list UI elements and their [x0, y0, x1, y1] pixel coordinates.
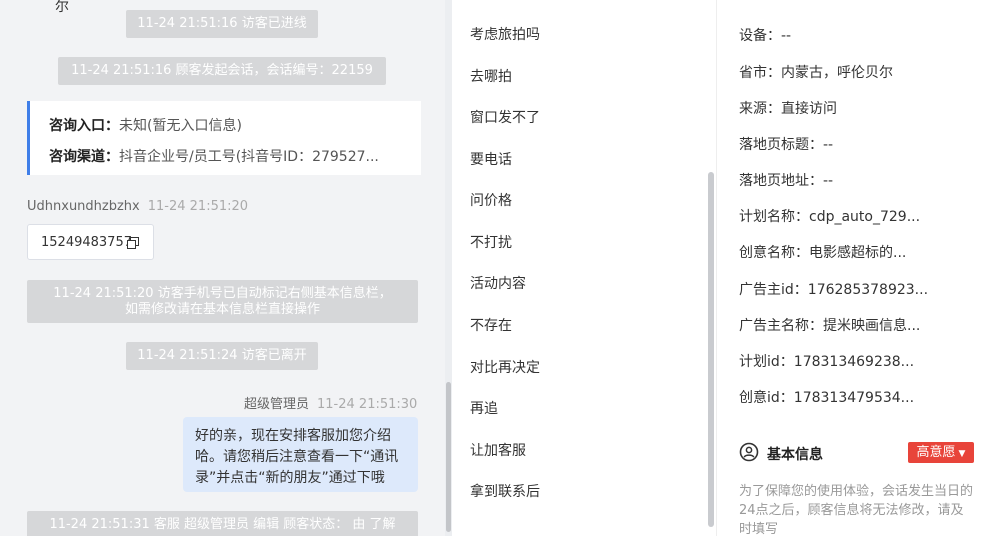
system-message: 11-24 21:51:16 顾客发起会话，会话编号：22159 [58, 57, 386, 85]
visitor-name: Udhnxundhzbzhx [27, 199, 140, 214]
info-row-source: 来源：直接访问 [739, 98, 837, 118]
info-label: 计划名称： [739, 209, 809, 225]
chat-scrollbar-thumb[interactable] [446, 382, 451, 532]
info-label: 落地页标题： [739, 137, 823, 153]
info-label: 计划id： [739, 354, 794, 370]
info-value: 直接访问 [781, 101, 837, 117]
quick-reply-item[interactable]: 对比再决定 [470, 357, 540, 377]
agent-message-bubble: 好的亲，现在安排客服加您介绍哈。请您稍后注意查看一下“通讯录”并点击“新的朋友”… [183, 417, 418, 492]
agent-message-time: 11-24 21:51:30 [317, 397, 418, 412]
chat-panel: 尔 11-24 21:51:16 访客已进线 11-24 21:51:16 顾客… [0, 0, 452, 536]
info-label: 落地页地址： [739, 173, 823, 189]
info-value: 178313469238... [793, 354, 915, 370]
info-value: 电影感超标的... [809, 245, 907, 261]
info-row-plan-id: 计划id：178313469238... [739, 351, 914, 371]
info-row-region: 省市：内蒙古，呼伦贝尔 [739, 62, 893, 82]
phone-number: 15249483757 [41, 235, 132, 250]
system-message: 11-24 21:51:31 客服 超级管理员 编辑 顾客状态： 由 了解 [27, 511, 418, 536]
system-message: 11-24 21:51:24 访客已离开 [126, 342, 318, 370]
agent-name: 超级管理员 [244, 397, 310, 412]
info-value: -- [823, 137, 834, 153]
quick-reply-item[interactable]: 去哪拍 [470, 66, 512, 86]
system-message-phone-marked: 11-24 21:51:20 访客手机号已自动标记右侧基本信息栏， 如需修改请在… [27, 280, 418, 323]
system-message: 11-24 21:51:16 访客已进线 [126, 10, 318, 38]
info-row-device: 设备：-- [739, 25, 791, 45]
info-value: 提米映画信息... [823, 318, 921, 334]
quick-reply-item[interactable]: 再追 [470, 398, 498, 418]
info-label: 创意id： [739, 390, 794, 406]
info-value: cdp_auto_729... [809, 209, 921, 225]
info-row-advertiser-id: 广告主id：176285378923... [739, 279, 928, 299]
consult-info-card: 咨询入口：未知(暂无入口信息) 咨询渠道：抖音企业号/员工号(抖音号ID：279… [27, 101, 421, 175]
quick-reply-item[interactable]: 不存在 [470, 315, 512, 335]
quick-reply-item[interactable]: 不打扰 [470, 232, 512, 252]
consult-channel-label: 咨询渠道： [49, 149, 119, 165]
intent-level-dropdown[interactable]: 高意愿 ▼ [908, 442, 974, 463]
consult-channel-row: 咨询渠道：抖音企业号/员工号(抖音号ID：279527... [49, 146, 379, 166]
info-row-landing-url: 落地页地址：-- [739, 170, 833, 190]
quick-reply-list: 考虑旅拍吗 去哪拍 窗口发不了 要电话 问价格 不打扰 活动内容 不存在 对比再… [452, 0, 718, 536]
system-message-line: 11-24 21:51:20 访客手机号已自动标记右侧基本信息栏， [53, 286, 392, 301]
quick-reply-item[interactable]: 让加客服 [470, 440, 526, 460]
info-value: 内蒙古，呼伦贝尔 [781, 65, 893, 81]
partial-message-text: 尔 [55, 0, 69, 15]
quick-reply-item[interactable]: 问价格 [470, 190, 512, 210]
info-row-advertiser-name: 广告主名称：提米映画信息... [739, 315, 920, 335]
visitor-name-line: Udhnxundhzbzhx 11-24 21:51:20 [27, 199, 248, 214]
info-label: 广告主名称： [739, 318, 823, 334]
consult-entry-value: 未知(暂无入口信息) [119, 118, 242, 134]
quick-reply-item[interactable]: 拿到联系后 [470, 481, 540, 501]
info-label: 创意名称： [739, 245, 809, 261]
consult-channel-value: 抖音企业号/员工号(抖音号ID：279527... [119, 149, 379, 165]
copy-icon[interactable] [127, 237, 139, 249]
basic-info-title: 基本信息 [767, 447, 823, 463]
customer-info-panel: 设备：-- 省市：内蒙古，呼伦贝尔 来源：直接访问 落地页标题：-- 落地页地址… [716, 0, 997, 537]
info-value: -- [781, 28, 792, 44]
visitor-phone-message[interactable]: 15249483757 [27, 224, 154, 260]
info-edit-notice: 为了保障您的使用体验，会话发生当日的24点之后，顾客信息将无法修改，请及时填写 [739, 484, 974, 537]
info-label: 省市： [739, 65, 781, 81]
system-message-line: 如需修改请在基本信息栏直接操作 [124, 302, 320, 317]
quick-reply-item[interactable]: 要电话 [470, 149, 512, 169]
info-label: 来源： [739, 101, 781, 117]
info-value: -- [823, 173, 834, 189]
consult-entry-row: 咨询入口：未知(暂无入口信息) [49, 115, 242, 135]
agent-name-line: 超级管理员 11-24 21:51:30 [244, 393, 417, 412]
quick-reply-item[interactable]: 考虑旅拍吗 [470, 24, 540, 44]
info-row-landing-title: 落地页标题：-- [739, 134, 833, 154]
consult-entry-label: 咨询入口： [49, 118, 119, 134]
info-value: 176285378923... [807, 282, 929, 298]
quick-reply-item[interactable]: 活动内容 [470, 273, 526, 293]
info-label: 广告主id： [739, 282, 808, 298]
visitor-message-time: 11-24 21:51:20 [147, 199, 249, 214]
info-row-creative-name: 创意名称：电影感超标的... [739, 242, 906, 262]
user-icon [739, 442, 759, 462]
info-value: 178313479534... [793, 390, 915, 406]
intent-level-value: 高意愿 [916, 445, 956, 460]
caret-down-icon: ▼ [958, 449, 966, 459]
info-label: 设备： [739, 28, 781, 44]
quick-reply-scrollbar[interactable] [708, 172, 714, 527]
quick-reply-item[interactable]: 窗口发不了 [470, 107, 540, 127]
info-row-creative-id: 创意id：178313479534... [739, 387, 914, 407]
info-row-plan-name: 计划名称：cdp_auto_729... [739, 206, 920, 226]
